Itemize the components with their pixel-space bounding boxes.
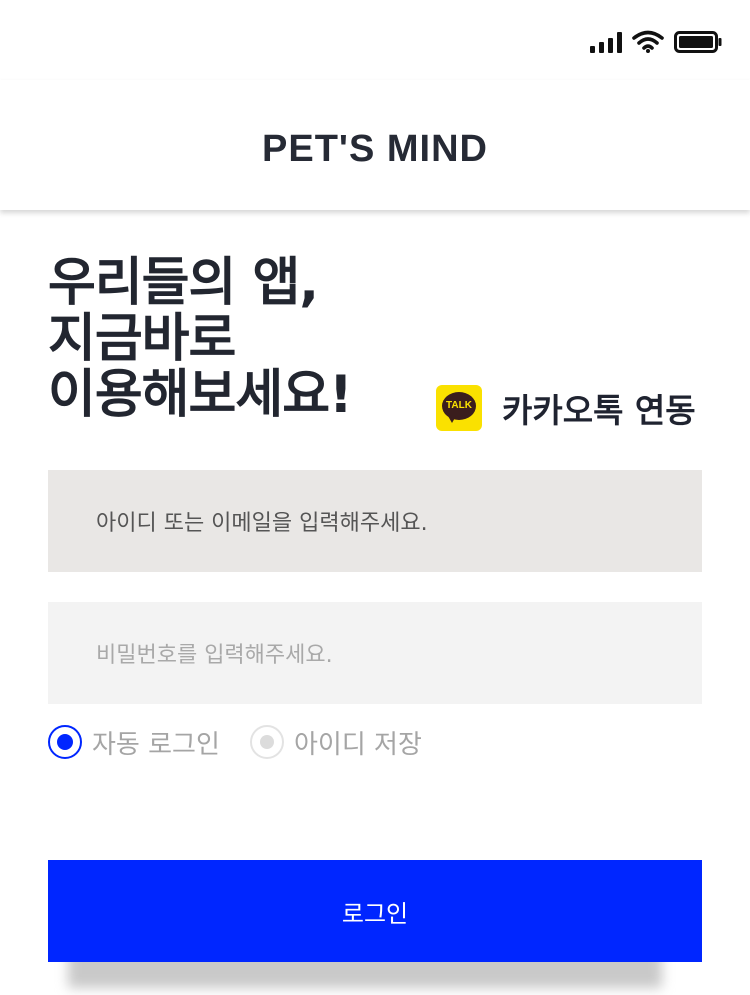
kakao-connect-label: 카카오톡 연동 xyxy=(502,391,696,430)
id-email-input[interactable]: 아이디 또는 이메일을 입력해주세요. xyxy=(48,470,702,572)
login-button[interactable]: 로그인 xyxy=(48,860,702,962)
headline-line-1: 우리들의 앱, xyxy=(48,253,319,313)
password-placeholder: 비밀번호를 입력해주세요. xyxy=(96,643,333,668)
kakaotalk-icon: TALK xyxy=(436,385,482,431)
app-header: PET'S MIND xyxy=(0,80,750,210)
id-email-placeholder: 아이디 또는 이메일을 입력해주세요. xyxy=(96,511,428,536)
headline-line-3: 이용해보세요! xyxy=(48,365,353,425)
save-id-option[interactable]: 아이디 저장 xyxy=(250,720,422,764)
headline: 우리들의 앱, 지금바로 이용해보세요! xyxy=(48,253,353,425)
battery-full-icon xyxy=(674,31,722,53)
kakao-connect-button[interactable]: TALK 카카오톡 연동 xyxy=(436,384,696,432)
cellular-signal-icon xyxy=(590,31,624,53)
password-input[interactable]: 비밀번호를 입력해주세요. xyxy=(48,602,702,704)
save-id-radio[interactable] xyxy=(250,725,284,759)
headline-line-2: 지금바로 xyxy=(48,309,236,369)
app-title: PET'S MIND xyxy=(262,128,488,170)
auto-login-option[interactable]: 자동 로그인 xyxy=(48,720,220,764)
wifi-icon xyxy=(632,30,664,53)
save-id-label: 아이디 저장 xyxy=(294,729,422,760)
auto-login-radio[interactable] xyxy=(48,725,82,759)
status-bar xyxy=(0,0,750,80)
auto-login-label: 자동 로그인 xyxy=(92,729,220,760)
login-options: 자동 로그인 아이디 저장 xyxy=(48,720,702,764)
